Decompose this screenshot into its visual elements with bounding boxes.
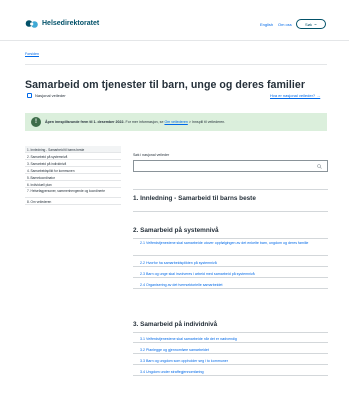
- subsection-link[interactable]: 2.3 Barn og unge skal involveres i arbei…: [133, 269, 328, 278]
- section-divider: [133, 238, 328, 239]
- section-divider: [133, 189, 328, 190]
- breadcrumb-home-link[interactable]: Forsiden: [25, 52, 39, 56]
- search-icon[interactable]: [317, 164, 322, 169]
- info-exclamation-icon: !: [31, 117, 41, 127]
- toc-item[interactable]: 8. Om veilederen: [25, 198, 121, 205]
- what-is-national-guide-link[interactable]: Hva er nasjonal veileder? →: [270, 93, 320, 98]
- subsection-link[interactable]: 2.2 Hvorfor ha samarbeidsplikten på syst…: [133, 258, 328, 267]
- table-of-contents: 1. Innledning - Samarbeid til barns best…: [25, 146, 121, 205]
- logo-text[interactable]: Helsedirektoratet: [42, 20, 99, 27]
- toc-item[interactable]: 7. Helsefagpersoner, sammenhengende og k…: [25, 188, 121, 198]
- helsedirektoratet-logo-icon[interactable]: [25, 19, 39, 30]
- english-link[interactable]: English: [260, 22, 273, 27]
- toc-item[interactable]: 3. Samarbeid på individnivå: [25, 160, 121, 167]
- document-type: Nasjonal veileder: [27, 93, 66, 98]
- section-title[interactable]: 3. Samarbeid på individnivå: [133, 321, 217, 328]
- toc-item[interactable]: 4. Samarbeidsplikt for kommunen: [25, 167, 121, 174]
- toc-item[interactable]: 1. Innledning - Samarbeid til barns best…: [25, 146, 121, 153]
- toc-item[interactable]: 6. Individuell plan: [25, 181, 121, 188]
- subsection-link[interactable]: 3.2 Planlegge og gjennomføre samarbeidet: [133, 345, 328, 354]
- about-us-link[interactable]: Om oss: [278, 22, 292, 27]
- subsection-link[interactable]: 2.1 Velferdstjenestene skal samarbeide u…: [133, 241, 328, 256]
- section-title[interactable]: 1. Innledning - Samarbeid til barns best…: [133, 195, 256, 202]
- document-type-label: Nasjonal veileder: [35, 93, 66, 98]
- consultation-notice: ! Åpen innspillsrunde frem til 1. desemb…: [25, 113, 327, 131]
- notice-tail-text: > Innspill til veilederen.: [188, 120, 226, 124]
- subsection-link[interactable]: 2.4 Organisering av det tverrsektorielle…: [133, 280, 328, 289]
- page-title: Samarbeid om tjenester til barn, unge og…: [25, 79, 306, 91]
- document-icon: [27, 93, 32, 98]
- search-button[interactable]: Søk: [296, 19, 326, 29]
- notice-body-text: For mer informasjon, se: [125, 120, 164, 124]
- header-divider: [0, 40, 349, 41]
- subsection-link[interactable]: 3.1 Velferdstjenestene skal samarbeide n…: [133, 334, 328, 343]
- toc-item[interactable]: 5. Barnekoordinator: [25, 174, 121, 181]
- search-button-label: Søk: [304, 21, 313, 27]
- search-label: Søk i nasjonal veileder: [133, 153, 170, 157]
- chevron-down-icon: [314, 23, 317, 25]
- breadcrumb-divider: [25, 64, 327, 65]
- notice-text: Åpen innspillsrunde frem til 1. desember…: [45, 120, 225, 124]
- subsection-link[interactable]: 3.4 Ungdom under straffegjennomføring: [133, 367, 328, 376]
- section-title[interactable]: 2. Samarbeid på systemnivå: [133, 227, 219, 234]
- section-divider: [133, 211, 328, 212]
- section-divider: [133, 332, 328, 333]
- toc-item[interactable]: 2. Samarbeid på systemnivå: [25, 153, 121, 160]
- guide-search-input[interactable]: [133, 160, 328, 172]
- page: Helsedirektoratet English Om oss Søk For…: [0, 0, 349, 394]
- subsection-link[interactable]: 3.3 Barn og ungdom som oppholder seg i t…: [133, 356, 328, 365]
- about-guide-link[interactable]: Om veilederen: [164, 120, 187, 124]
- notice-bold-text: Åpen innspillsrunde frem til 1. desember…: [45, 120, 125, 124]
- top-navigation-bar: Helsedirektoratet English Om oss Søk: [0, 14, 349, 38]
